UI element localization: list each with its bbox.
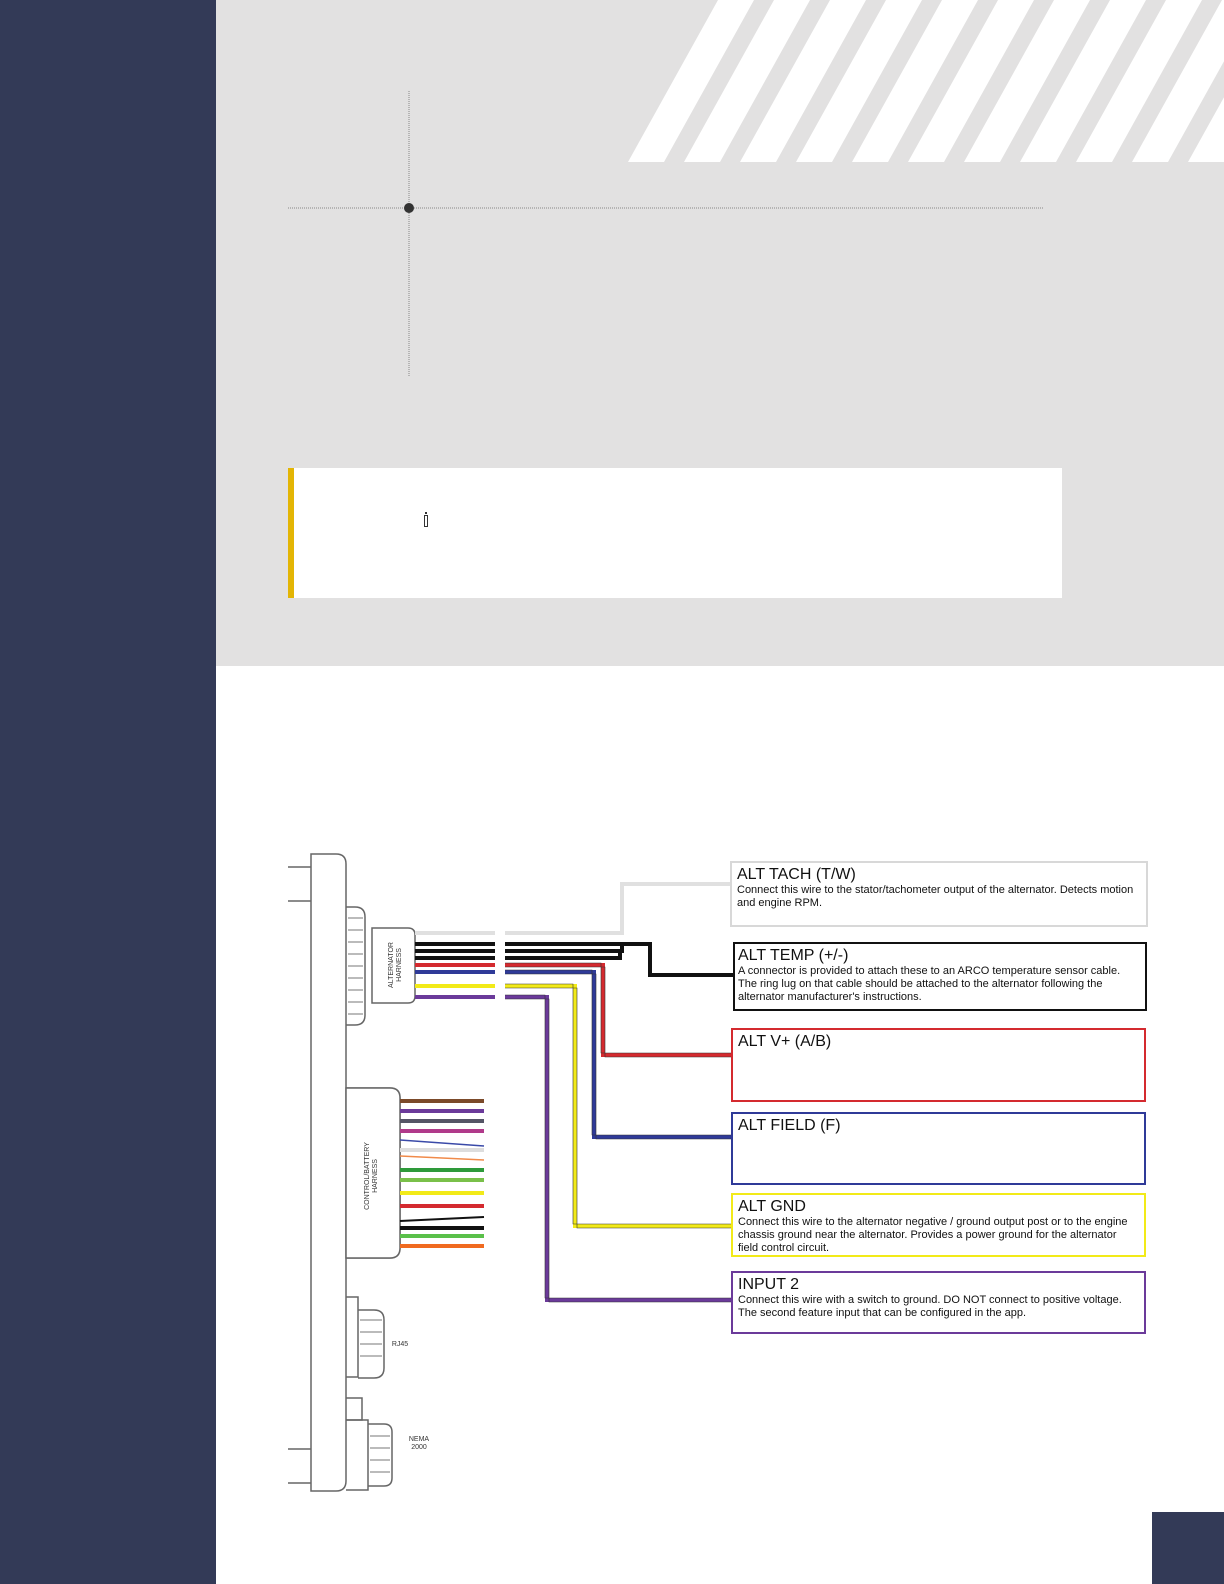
alt-tach-title: ALT TACH (T/W) [737, 866, 856, 883]
alt-vplus-title: ALT V+ (A/B) [738, 1033, 832, 1050]
rj45-label: RJ45 [391, 1341, 409, 1348]
input-2-title: INPUT 2 [738, 1276, 800, 1293]
alt-field-box: ALT FIELD (F) [733, 1114, 1144, 1183]
input-2-description: Connect this wire with a switch to groun… [738, 1294, 1122, 1319]
alt-tach-description: Connect this wire to the stator/tachomet… [737, 884, 1134, 909]
wire-outlines [505, 962, 732, 1303]
wire-alt-gnd [505, 984, 732, 1228]
wire-alt-tach [505, 882, 732, 935]
control-harness-wires [399, 1099, 485, 1248]
control-harness-label: CONTROL/BATTERY HARNESS [364, 1142, 379, 1210]
input-2-box: INPUT 2 Connect this wire with a switch … [733, 1273, 1144, 1332]
alt-gnd-description: Connect this wire to the alternator nega… [738, 1216, 1128, 1254]
wire-input-2 [505, 995, 732, 1302]
alt-temp-box: ALT TEMP (+/-) A connector is provided t… [735, 944, 1145, 1009]
routed-wires [505, 882, 735, 1302]
alt-field-title: ALT FIELD (F) [738, 1117, 841, 1134]
alt-temp-description: A connector is provided to attach these … [738, 965, 1121, 1003]
nema-2000-label: NEMA 2000 [408, 1436, 430, 1451]
wire-alt-vplus [505, 963, 732, 1057]
alternator-harness-stubs [415, 931, 495, 999]
alt-tach-box: ALT TACH (T/W) Connect this wire to the … [732, 863, 1146, 925]
alt-vplus-box: ALT V+ (A/B) [733, 1030, 1144, 1100]
alt-temp-title: ALT TEMP (+/-) [738, 947, 849, 964]
alternator-harness-label: ALTERNATOR HARNESS [388, 942, 403, 988]
wiring-diagram [288, 853, 1148, 1492]
alt-gnd-title: ALT GND [738, 1198, 806, 1215]
alt-gnd-box: ALT GND Connect this wire to the alterna… [733, 1195, 1144, 1255]
page-corner-block [1152, 1512, 1224, 1584]
